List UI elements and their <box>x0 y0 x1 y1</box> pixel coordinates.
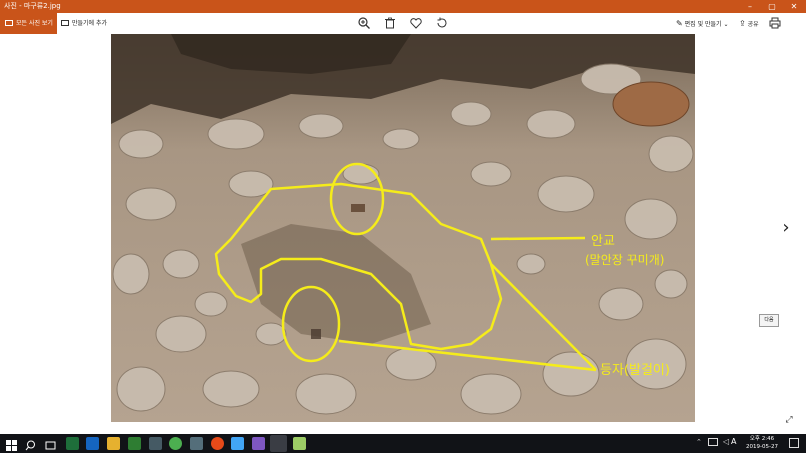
excavation-photo: 안교 (말안장 꾸미개) 등자(발걸이) <box>111 34 695 422</box>
share-icon: ⇪ <box>739 19 746 28</box>
volume-icon[interactable]: ◁ <box>723 437 729 446</box>
maximize-button[interactable]: ▢ <box>762 0 782 13</box>
ime-indicator[interactable]: A <box>731 437 736 446</box>
store-icon[interactable] <box>128 437 141 450</box>
clock-date: 2019-05-27 <box>746 444 778 450</box>
next-arrow-icon[interactable]: › <box>779 218 793 238</box>
zoom-in-icon[interactable] <box>357 16 371 30</box>
edge-icon[interactable] <box>66 437 79 450</box>
media-icon[interactable] <box>211 437 224 450</box>
trash-icon[interactable] <box>383 16 397 30</box>
photo-viewer[interactable]: 안교 (말안장 꾸미개) 등자(발걸이) <box>111 34 695 422</box>
add-to-album-button[interactable]: 만들기에 추가 <box>60 13 107 34</box>
photos-app-icon[interactable] <box>270 435 287 452</box>
file-explorer-icon[interactable] <box>107 437 120 450</box>
photos-icon <box>5 20 13 26</box>
share-label: 공유 <box>747 21 759 28</box>
print-icon[interactable] <box>768 16 782 30</box>
app3-icon[interactable] <box>252 437 265 450</box>
album-add-icon <box>61 20 69 26</box>
label-saddle-ornament: 안교 <box>591 234 615 249</box>
clock-time: 오후 2:46 <box>749 436 775 442</box>
label-stirrup: 등자(발걸이) <box>600 363 670 378</box>
share-button[interactable]: ⇪ 공유 <box>739 13 759 34</box>
edit-create-button[interactable]: ✎ 편집 및 만들기 ⌄ <box>676 13 729 34</box>
toolbar: 모든 사진 보기 만들기에 추가 ✎ 편집 및 만들기 ⌄ ⇪ 공유 <box>0 13 806 34</box>
task-view-icon[interactable] <box>44 437 57 450</box>
app-icon[interactable] <box>190 437 203 450</box>
label-saddle-ornament-desc: (말안장 꾸미개) <box>585 253 664 267</box>
minimize-button[interactable]: – <box>740 0 760 13</box>
close-button[interactable]: ✕ <box>784 0 804 13</box>
edit-create-label: 편집 및 만들기 <box>684 21 722 28</box>
ie-icon[interactable] <box>86 437 99 450</box>
app4-icon[interactable] <box>293 437 306 450</box>
expand-icon[interactable]: ⤢ <box>784 415 794 425</box>
notification-icon[interactable] <box>789 438 799 448</box>
window-title: 사진 - 마구류2.jpg <box>4 2 61 10</box>
add-to-album-label: 만들기에 추가 <box>72 20 108 27</box>
heart-icon[interactable] <box>409 16 423 30</box>
start-icon[interactable] <box>5 437 18 451</box>
all-photos-label: 모든 사진 보기 <box>16 20 53 27</box>
chrome-icon[interactable] <box>169 437 182 450</box>
clock[interactable]: 오후 2:46 2019-05-27 <box>742 435 782 451</box>
rotate-icon[interactable] <box>435 16 449 30</box>
tray-chevron-icon[interactable]: ⌃ <box>696 438 702 446</box>
all-photos-button[interactable]: 모든 사진 보기 <box>0 13 57 34</box>
taskbar: ⌃ ◁ A 오후 2:46 2019-05-27 <box>0 434 806 453</box>
mail-icon[interactable] <box>149 437 162 450</box>
search-icon[interactable] <box>24 437 37 451</box>
network-icon[interactable] <box>708 438 718 446</box>
chevron-down-icon: ⌄ <box>723 21 729 28</box>
title-bar: 사진 - 마구류2.jpg – ▢ ✕ <box>0 0 806 13</box>
edit-icon: ✎ <box>676 19 683 28</box>
next-tooltip: 다음 <box>759 314 779 327</box>
app2-icon[interactable] <box>231 437 244 450</box>
